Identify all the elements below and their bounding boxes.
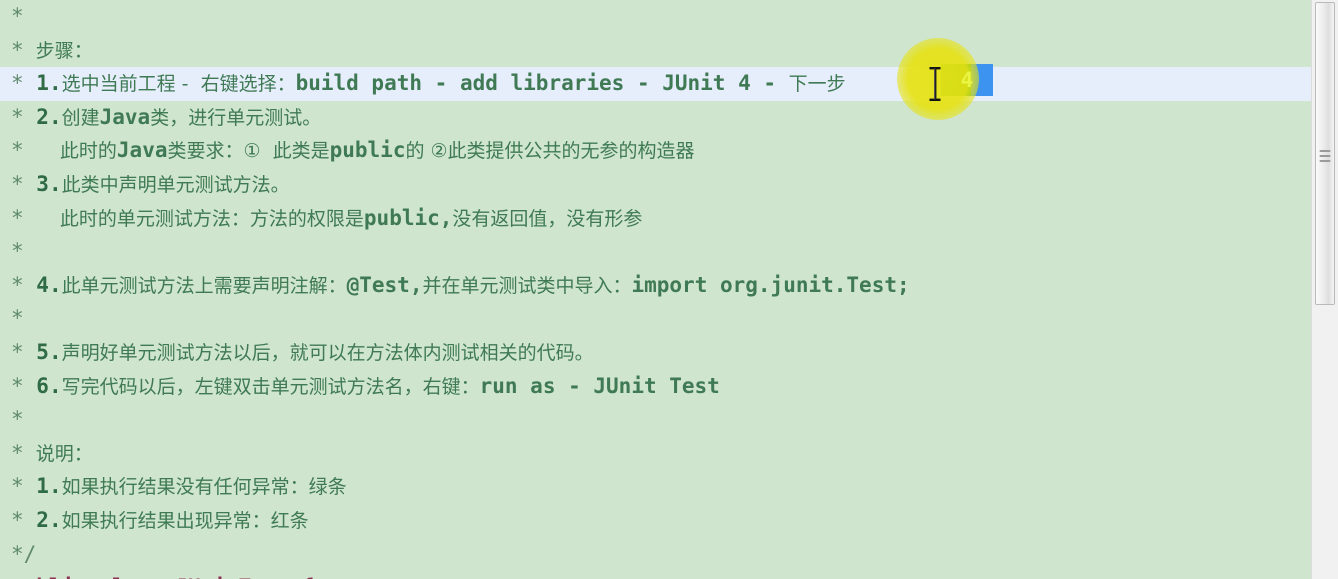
comment-star-marker: */ [11, 541, 37, 566]
code-text-segment: 并在单元测试类中导入： [422, 274, 632, 297]
code-text-segment: 2. [23, 507, 62, 532]
code-line[interactable]: * 6.写完代码以后，左键双击单元测试方法名，右键：run as - JUnit… [0, 370, 1311, 404]
code-line[interactable]: * 1.如果执行结果没有任何异常：绿条 [0, 470, 1311, 504]
code-text-segment: public class JUnitTest { [11, 575, 314, 579]
code-text-segment: 声明好单元测试方法以后，就可以在方法体内测试相关的代码。 [61, 341, 594, 364]
code-text-segment: 没有返回值，没有形参 [452, 207, 643, 230]
comment-star-marker: * [11, 306, 24, 331]
code-text-segment: 创建 [61, 106, 100, 129]
code-text-segment: 2. [23, 104, 62, 129]
code-line[interactable]: * [0, 403, 1311, 437]
code-text-segment: 类，进行单元测试。 [150, 106, 322, 129]
code-text-segment: 选中当前工程 - 右键选择： [61, 73, 296, 96]
code-line[interactable]: * [0, 302, 1311, 336]
code-text-segment: 如果执行结果出现异常：红条 [61, 509, 309, 532]
code-line[interactable]: * 4.此单元测试方法上需要声明注解：@Test,并在单元测试类中导入：impo… [0, 269, 1311, 303]
code-text-segment: 此类中声明单元测试方法。 [61, 173, 290, 196]
code-text-segment: build path - add libraries - JUnit 4 - [295, 71, 789, 96]
code-line[interactable]: * 1.选中当前工程 - 右键选择：build path - add libra… [0, 67, 1311, 101]
code-text-segment: import org.junit.Test; [631, 272, 910, 297]
code-text-segment: 此时的单元测试方法：方法的权限是 [23, 207, 364, 230]
code-text-segment: 步骤： [23, 39, 93, 62]
code-text-segment: 5. [23, 339, 62, 364]
comment-star-marker: * [11, 474, 24, 499]
code-text-segment: Java [116, 138, 168, 163]
code-text-segment: public, [363, 205, 453, 230]
code-text-segment: Java [99, 104, 151, 129]
code-line[interactable]: * 此时的Java类要求：① 此类是public的 ②此类提供公共的无参的构造器 [0, 134, 1311, 168]
code-text-segment: public [329, 138, 406, 163]
vertical-scrollbar[interactable] [1311, 0, 1338, 579]
code-text-area[interactable]: * * 步骤： * 1.选中当前工程 - 右键选择：build path - add… [0, 0, 1311, 579]
comment-star-marker: * [11, 37, 24, 62]
code-text-segment: 此时的 [23, 140, 117, 163]
code-text-segment: 类要求：① 此类是 [167, 140, 330, 163]
comment-star-marker: * [11, 205, 24, 230]
code-text-segment: 的 ②此类提供公共的无参的构造器 [405, 140, 695, 163]
code-line[interactable]: * 说明： [0, 437, 1311, 471]
comment-star-marker: * [11, 339, 24, 364]
comment-star-marker: * [11, 440, 24, 465]
code-text-segment: 3. [23, 171, 62, 196]
code-line[interactable]: * 3.此类中声明单元测试方法。 [0, 168, 1311, 202]
code-line[interactable]: * 2.创建Java类，进行单元测试。 [0, 101, 1311, 135]
code-editor-window: * * 步骤： * 1.选中当前工程 - 右键选择：build path - add… [0, 0, 1338, 579]
comment-star-marker: * [11, 507, 24, 532]
code-line[interactable]: * 步骤： [0, 34, 1311, 68]
code-text-segment: 写完代码以后，左键双击单元测试方法名，右键： [61, 375, 480, 398]
code-line[interactable]: public class JUnitTest { [0, 571, 1311, 579]
code-text-segment: 1. [23, 71, 62, 96]
code-line[interactable]: * 5.声明好单元测试方法以后，就可以在方法体内测试相关的代码。 [0, 336, 1311, 370]
code-text-segment: 说明： [23, 442, 93, 465]
code-text-segment: 1. [23, 474, 62, 499]
code-text-segment: 6. [23, 373, 62, 398]
comment-star-marker: * [11, 171, 24, 196]
code-text-segment: 此单元测试方法上需要声明注解： [61, 274, 347, 297]
scrollbar-grip-icon [1319, 150, 1331, 162]
code-line[interactable]: * [0, 235, 1311, 269]
code-line[interactable]: * [0, 0, 1311, 34]
comment-star-marker: * [11, 4, 24, 28]
comment-star-marker: * [11, 104, 24, 129]
comment-star-marker: * [11, 373, 24, 398]
comment-star-marker: * [11, 138, 24, 163]
comment-star-marker: * [11, 239, 24, 264]
comment-star-marker: * [11, 272, 24, 297]
code-text-segment: @Test, [346, 272, 423, 297]
code-line[interactable]: * 此时的单元测试方法：方法的权限是public,没有返回值，没有形参 [0, 202, 1311, 236]
code-line[interactable]: */ [0, 538, 1311, 572]
code-text-segment: 如果执行结果没有任何异常：绿条 [61, 476, 347, 499]
comment-star-marker: * [11, 407, 24, 432]
selected-character: 4 [960, 68, 974, 92]
code-text-segment: 4. [23, 272, 62, 297]
code-text-segment: 下一步 [788, 73, 846, 96]
comment-star-marker: * [11, 71, 24, 96]
code-text-segment: run as - JUnit Test [479, 373, 720, 398]
vertical-scrollbar-thumb[interactable] [1315, 2, 1335, 305]
code-line[interactable]: * 2.如果执行结果出现异常：红条 [0, 504, 1311, 538]
